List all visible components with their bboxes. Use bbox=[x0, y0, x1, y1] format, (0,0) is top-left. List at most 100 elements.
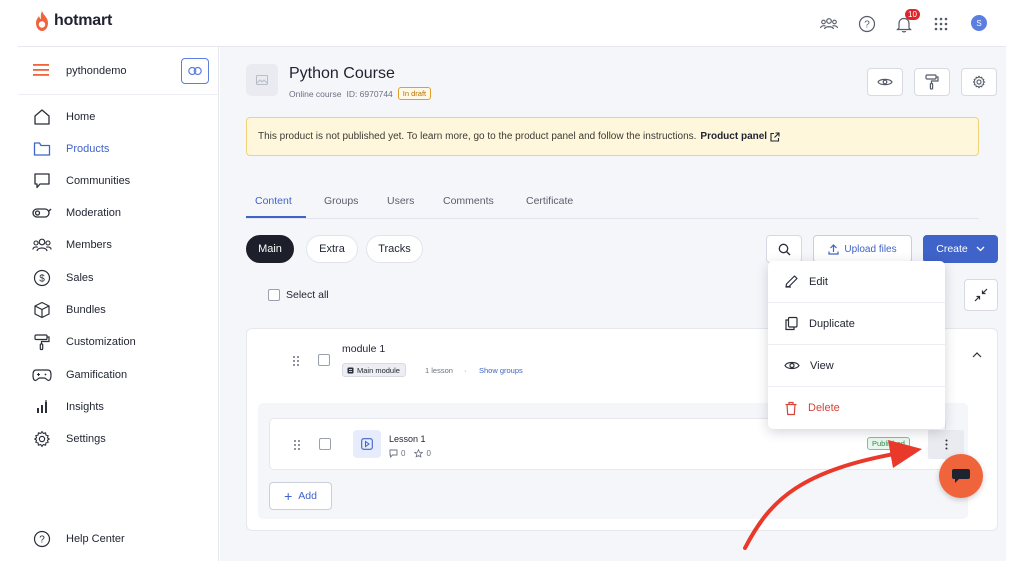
customize-button[interactable] bbox=[914, 68, 950, 96]
menu-item-label: Delete bbox=[808, 402, 840, 414]
menu-hamburger-icon[interactable] bbox=[33, 64, 49, 76]
sidebar-item-label: Insights bbox=[66, 401, 104, 413]
sidebar-item-products[interactable]: Products bbox=[30, 136, 210, 162]
sidebar-item-sales[interactable]: $ Sales bbox=[30, 265, 210, 291]
sidebar-item-moderation[interactable]: Moderation bbox=[30, 200, 210, 226]
paint-roller-icon bbox=[30, 330, 54, 354]
notification-badge: 10 bbox=[905, 9, 920, 20]
product-meta: Online course ID: 6970744 In draft bbox=[289, 87, 432, 100]
community-icon[interactable] bbox=[818, 13, 840, 35]
collapse-all-button[interactable] bbox=[964, 279, 998, 311]
lesson-stats: 0 0 bbox=[389, 449, 431, 458]
module-title[interactable]: module 1 bbox=[342, 343, 385, 355]
sidebar-item-settings[interactable]: Settings bbox=[30, 426, 210, 452]
sidebar-item-communities[interactable]: Communities bbox=[30, 168, 210, 194]
gamepad-icon bbox=[30, 363, 54, 387]
module-checkbox[interactable] bbox=[318, 354, 330, 366]
menu-item-label: View bbox=[810, 359, 834, 372]
chevron-up-icon[interactable] bbox=[972, 351, 982, 358]
select-all[interactable]: Select all bbox=[268, 289, 329, 301]
tab-content[interactable]: Content bbox=[255, 195, 292, 207]
paint-roller-icon bbox=[925, 74, 939, 90]
sidebar-item-label: Settings bbox=[66, 433, 106, 445]
settings-button[interactable] bbox=[961, 68, 997, 96]
link-icon bbox=[188, 66, 202, 76]
svg-text:?: ? bbox=[39, 535, 45, 546]
menu-item-edit[interactable]: Edit bbox=[768, 261, 945, 303]
help-center-link[interactable]: ? Help Center bbox=[30, 527, 125, 551]
box-icon bbox=[30, 298, 54, 322]
preview-button[interactable] bbox=[867, 68, 903, 96]
sidebar-item-label: Moderation bbox=[66, 207, 122, 219]
video-lesson-icon bbox=[353, 430, 381, 458]
menu-item-delete[interactable]: Delete bbox=[768, 387, 945, 429]
tab-comments[interactable]: Comments bbox=[443, 195, 494, 207]
gear-icon bbox=[972, 75, 986, 89]
banner-text: This product is not published yet. To le… bbox=[258, 131, 697, 142]
upload-files-label: Upload files bbox=[844, 243, 897, 255]
menu-item-view[interactable]: View bbox=[768, 345, 945, 387]
tab-certificate[interactable]: Certificate bbox=[526, 195, 573, 207]
help-circle-icon: ? bbox=[30, 527, 54, 551]
sidebar-item-label: Products bbox=[66, 143, 110, 155]
status-badge: In draft bbox=[397, 87, 432, 100]
eye-icon bbox=[877, 78, 893, 86]
chat-support-button[interactable] bbox=[939, 454, 983, 498]
sidebar-item-insights[interactable]: Insights bbox=[30, 394, 210, 420]
sidebar-item-label: Sales bbox=[66, 272, 94, 284]
select-all-label: Select all bbox=[286, 289, 329, 301]
upload-files-button[interactable]: Upload files bbox=[813, 235, 912, 263]
folder-icon bbox=[30, 137, 54, 161]
sidebar-item-label: Customization bbox=[66, 336, 136, 348]
main-module-badge: Main module bbox=[342, 363, 406, 377]
drag-handle-icon[interactable] bbox=[292, 355, 300, 367]
product-panel-link[interactable]: Product panel bbox=[700, 131, 767, 142]
sidebar-header: pythondemo bbox=[18, 47, 219, 95]
filter-main[interactable]: Main bbox=[246, 235, 294, 263]
sidebar-item-label: Members bbox=[66, 239, 112, 251]
moderation-icon bbox=[30, 201, 54, 225]
chat-bubble-icon bbox=[30, 169, 54, 193]
filter-tracks[interactable]: Tracks bbox=[366, 235, 423, 263]
hotmart-logo[interactable]: hotmart bbox=[34, 10, 112, 32]
add-lesson-button[interactable]: + Add bbox=[269, 482, 332, 510]
notifications-bell-icon[interactable]: 10 bbox=[893, 9, 920, 35]
create-button[interactable]: Create bbox=[923, 235, 998, 263]
unpublished-banner: This product is not published yet. To le… bbox=[246, 117, 979, 156]
plus-icon: + bbox=[284, 488, 293, 504]
lesson-title[interactable]: Lesson 1 bbox=[389, 434, 426, 444]
sidebar-item-home[interactable]: Home bbox=[30, 104, 210, 130]
sidebar-item-members[interactable]: Members bbox=[30, 232, 210, 258]
product-title: Python Course bbox=[289, 65, 395, 82]
content-tabs: Content Groups Users Comments Certificat… bbox=[246, 187, 979, 219]
sidebar-item-bundles[interactable]: Bundles bbox=[30, 297, 210, 323]
show-groups-link[interactable]: Show groups bbox=[479, 366, 523, 375]
apps-grid-icon[interactable] bbox=[930, 13, 952, 35]
pencil-icon bbox=[785, 275, 798, 288]
kebab-menu-icon bbox=[945, 439, 947, 450]
published-badge: Published bbox=[867, 437, 910, 450]
collapse-arrows-icon bbox=[974, 288, 988, 302]
help-center-label: Help Center bbox=[66, 533, 125, 545]
copy-link-button[interactable] bbox=[181, 58, 209, 84]
dollar-icon: $ bbox=[30, 266, 54, 290]
tab-users[interactable]: Users bbox=[387, 195, 414, 207]
menu-item-duplicate[interactable]: Duplicate bbox=[768, 303, 945, 345]
image-placeholder-icon bbox=[256, 75, 268, 85]
comment-icon bbox=[389, 449, 398, 458]
select-all-checkbox[interactable] bbox=[268, 289, 280, 301]
lesson-checkbox[interactable] bbox=[319, 438, 331, 450]
search-button[interactable] bbox=[766, 235, 802, 263]
drag-handle-icon[interactable] bbox=[293, 439, 301, 451]
sidebar: pythondemo Home Products Communities Mod… bbox=[18, 47, 219, 561]
trash-icon bbox=[785, 401, 797, 415]
help-icon[interactable]: ? bbox=[856, 13, 878, 35]
user-avatar[interactable]: S bbox=[971, 15, 987, 31]
tab-groups[interactable]: Groups bbox=[324, 195, 358, 207]
sidebar-item-customization[interactable]: Customization bbox=[30, 329, 210, 355]
active-tab-indicator bbox=[246, 216, 306, 218]
filter-extra[interactable]: Extra bbox=[306, 235, 358, 263]
sidebar-item-gamification[interactable]: Gamification bbox=[30, 362, 210, 388]
home-icon bbox=[30, 105, 54, 129]
create-label: Create bbox=[936, 243, 968, 255]
